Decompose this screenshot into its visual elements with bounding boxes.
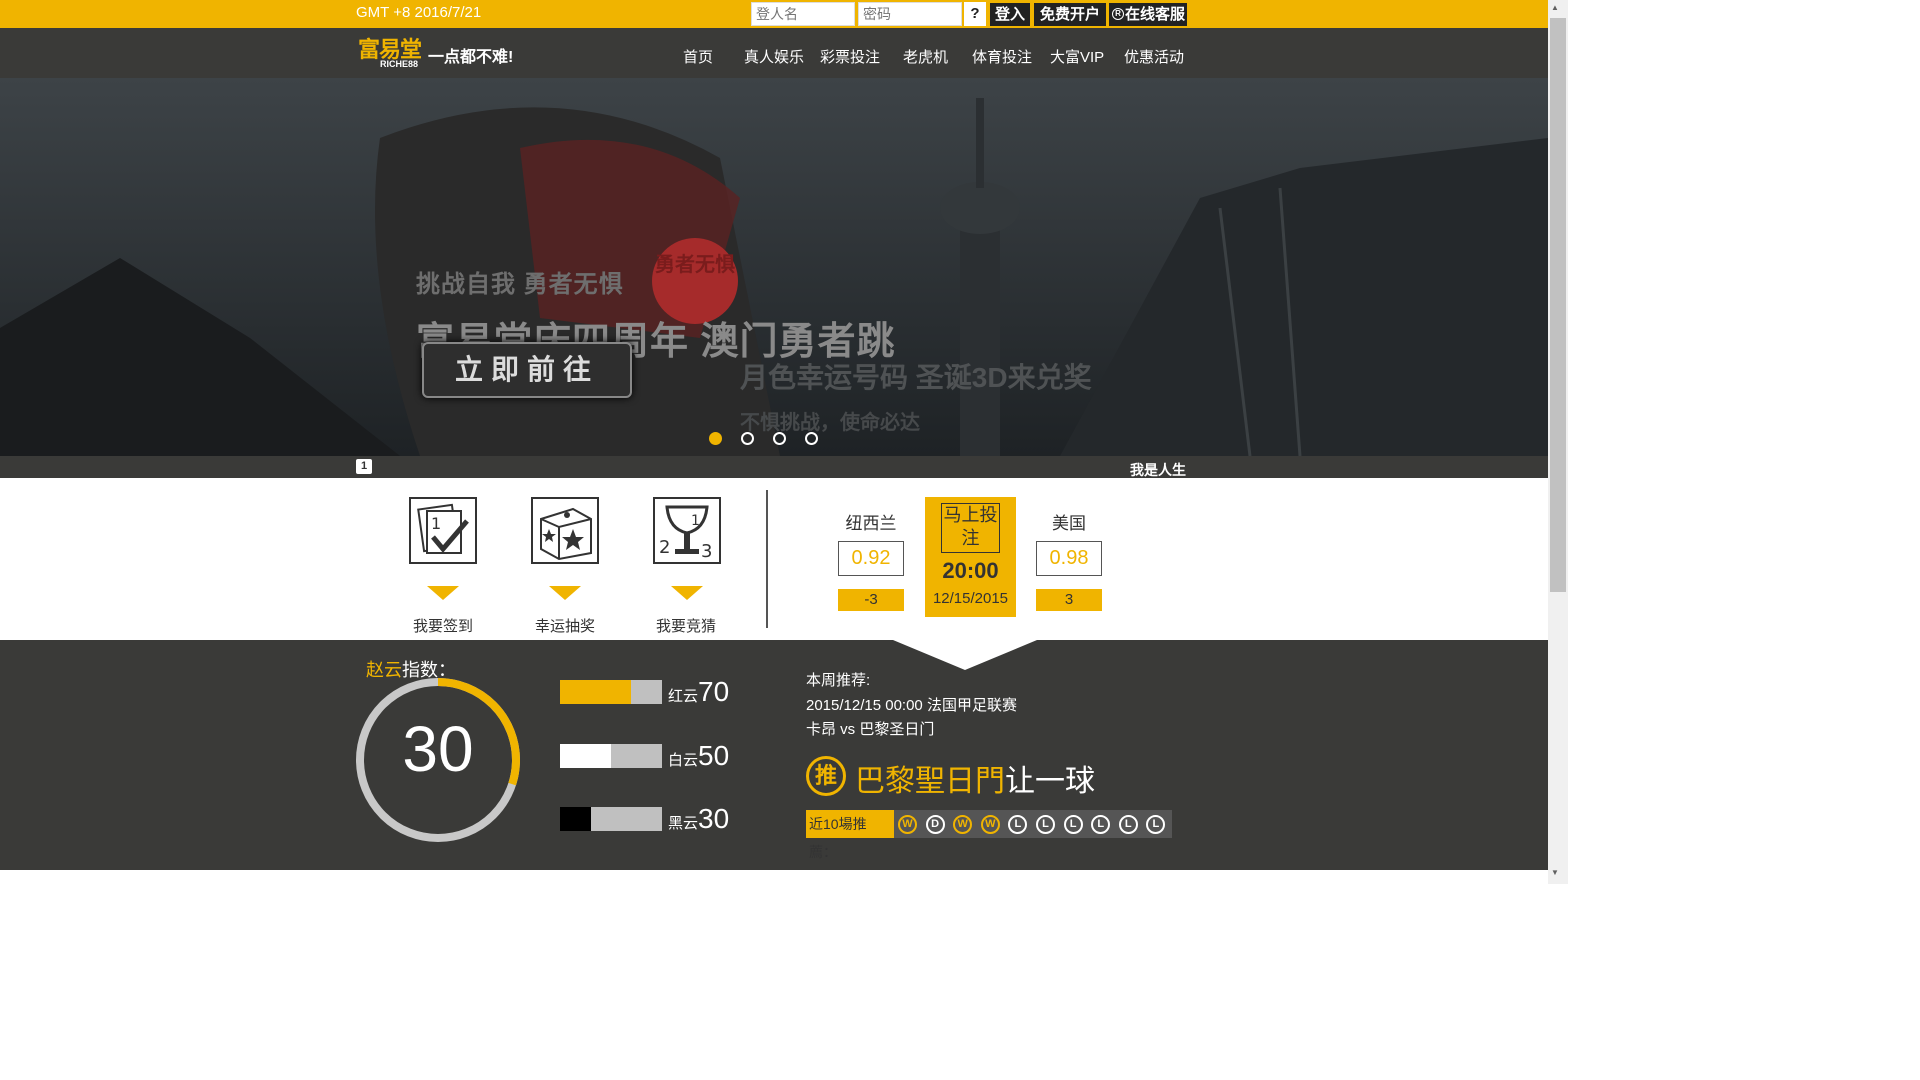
recent-record-label: 近10場推薦： bbox=[806, 810, 894, 860]
white-cloud-bar bbox=[560, 744, 662, 768]
banner-go-button[interactable]: 立即前往 bbox=[422, 342, 632, 398]
support-icon: R bbox=[1112, 8, 1124, 20]
recent-result-badge: L bbox=[1091, 815, 1111, 834]
recent-result-badge: D bbox=[925, 815, 945, 834]
home-odds[interactable]: 0.92 bbox=[838, 541, 904, 576]
recent-result-badge: W bbox=[953, 815, 973, 834]
banner-subheadline: 月色幸运号码 圣诞3D来兑奖 bbox=[740, 362, 1092, 393]
nav-vip[interactable]: 大富VIP bbox=[1050, 46, 1104, 67]
red-cloud-fill bbox=[560, 680, 632, 704]
notice-icon: 1 bbox=[356, 459, 372, 474]
match-time: 20:00 bbox=[942, 558, 999, 583]
scrollbar-thumb[interactable] bbox=[1550, 18, 1566, 592]
recent-result-badge: W bbox=[898, 815, 917, 834]
lucky-draw-label[interactable]: 幸运抽奖 bbox=[520, 615, 610, 636]
away-handicap: 3 bbox=[1036, 589, 1102, 611]
recent-record: 近10場推薦： WDWWLLLLLL bbox=[806, 810, 1172, 860]
login-button[interactable]: 登入 bbox=[990, 3, 1030, 26]
recent-result-badge: L bbox=[1036, 815, 1055, 834]
recommend-pick-team: 巴黎聖日門 bbox=[855, 765, 1005, 798]
section-notch bbox=[893, 640, 1037, 670]
slide-dot-1[interactable] bbox=[709, 432, 722, 445]
support-label: 在线客服 bbox=[1124, 6, 1185, 23]
forgot-password-button[interactable]: ? bbox=[964, 2, 986, 26]
nav-slots[interactable]: 老虎机 bbox=[903, 46, 948, 67]
banner-tagline: 不惧挑战，使命必达 bbox=[740, 412, 920, 434]
svg-text:1: 1 bbox=[691, 513, 700, 529]
match-date: 12/15/2015 bbox=[932, 590, 1009, 607]
bet-now-box[interactable]: 马上投注 20:00 12/15/2015 bbox=[925, 497, 1016, 617]
register-button[interactable]: 免费开户 bbox=[1034, 3, 1106, 26]
scroll-up-icon[interactable]: ▲ bbox=[1551, 3, 1559, 12]
guess-arrow-icon bbox=[671, 586, 703, 600]
checkin-label[interactable]: 我要签到 bbox=[398, 615, 488, 636]
scroll-down-icon[interactable]: ▼ bbox=[1551, 868, 1559, 877]
svg-text:2: 2 bbox=[659, 537, 670, 558]
recent-result-badge: L bbox=[1146, 815, 1166, 834]
away-team: 美国 bbox=[1052, 514, 1086, 533]
recommend-match-info: 2015/12/15 00:00 法国甲足联赛 bbox=[806, 697, 1017, 714]
recommend-title: 本周推荐: bbox=[806, 672, 871, 689]
black-cloud-label: 黑云30 bbox=[668, 803, 729, 835]
banner-artwork bbox=[0, 78, 1548, 456]
white-cloud-name: 白云 bbox=[668, 752, 699, 769]
recommend-pick-suffix: 让一球 bbox=[1005, 765, 1095, 798]
banner-headline-small: 挑战自我 勇者无惧 bbox=[416, 271, 624, 298]
guess-label[interactable]: 我要竞猜 bbox=[641, 615, 731, 636]
gmt-datetime: GMT +8 2016/7/21 bbox=[356, 4, 482, 21]
recommend-teams: 卡昂 vs 巴黎圣日门 bbox=[806, 721, 935, 738]
away-odds[interactable]: 0.98 bbox=[1036, 541, 1102, 576]
svg-text:1: 1 bbox=[431, 514, 441, 533]
black-cloud-name: 黑云 bbox=[668, 815, 699, 832]
recommend-pick[interactable]: 巴黎聖日門让一球 bbox=[855, 756, 1095, 800]
notice-text[interactable]: 我是人生 bbox=[1130, 460, 1186, 480]
slogan: 一点都不难! bbox=[428, 49, 514, 66]
slide-dot-4[interactable] bbox=[805, 432, 818, 445]
section-divider bbox=[766, 490, 768, 628]
black-cloud-bar bbox=[560, 807, 662, 831]
promo-banner[interactable]: 勇者无惧 挑战自我 勇者无惧 富易堂庆四周年 澳门勇者跳 月色幸运号码 圣诞3D… bbox=[0, 78, 1548, 456]
username-input[interactable] bbox=[751, 2, 855, 26]
recent-result-badge: L bbox=[1118, 815, 1138, 834]
checkin-arrow-icon bbox=[427, 586, 459, 600]
white-cloud-fill bbox=[560, 744, 611, 768]
notice-bar bbox=[0, 456, 1548, 478]
nav-live-casino[interactable]: 真人娱乐 bbox=[744, 46, 804, 67]
recent-result-badge: W bbox=[980, 815, 1000, 834]
trophy-ranking-icon[interactable]: 1 2 3 bbox=[653, 497, 721, 564]
red-cloud-bar bbox=[560, 680, 662, 704]
black-cloud-value: 30 bbox=[698, 803, 730, 834]
index-value: 30 bbox=[402, 713, 474, 785]
logo-subtext: RICHE88 bbox=[380, 59, 419, 69]
nav-home[interactable]: 首页 bbox=[683, 46, 713, 67]
black-cloud-fill bbox=[560, 807, 591, 831]
recommend-push-icon: 推 bbox=[806, 756, 846, 796]
white-cloud-value: 50 bbox=[698, 740, 730, 771]
bet-now-button[interactable]: 马上投注 bbox=[941, 503, 1000, 553]
red-cloud-label: 红云70 bbox=[668, 676, 729, 708]
nav-sports[interactable]: 体育投注 bbox=[972, 46, 1032, 67]
svg-text:3: 3 bbox=[701, 541, 712, 562]
recent-result-badge: L bbox=[1063, 815, 1083, 834]
home-handicap: -3 bbox=[838, 589, 904, 611]
nav-promotions[interactable]: 优惠活动 bbox=[1124, 46, 1184, 67]
slide-dot-3[interactable] bbox=[773, 432, 786, 445]
recent-result-badge: L bbox=[1008, 815, 1028, 834]
lucky-draw-arrow-icon bbox=[549, 586, 581, 600]
slide-dot-2[interactable] bbox=[741, 432, 754, 445]
logo[interactable]: 富易堂 RICHE88 bbox=[358, 32, 424, 72]
nav-lottery[interactable]: 彩票投注 bbox=[820, 46, 880, 67]
white-cloud-label: 白云50 bbox=[668, 740, 729, 772]
red-cloud-name: 红云 bbox=[668, 688, 699, 705]
stats-section bbox=[0, 640, 1548, 870]
red-cloud-value: 70 bbox=[698, 676, 730, 707]
home-team: 纽西兰 bbox=[845, 514, 897, 533]
support-button[interactable]: R 在线客服 bbox=[1109, 3, 1187, 26]
password-input[interactable] bbox=[858, 2, 962, 26]
checkin-icon[interactable]: 1 bbox=[409, 497, 477, 564]
lucky-dice-icon[interactable] bbox=[531, 497, 599, 564]
